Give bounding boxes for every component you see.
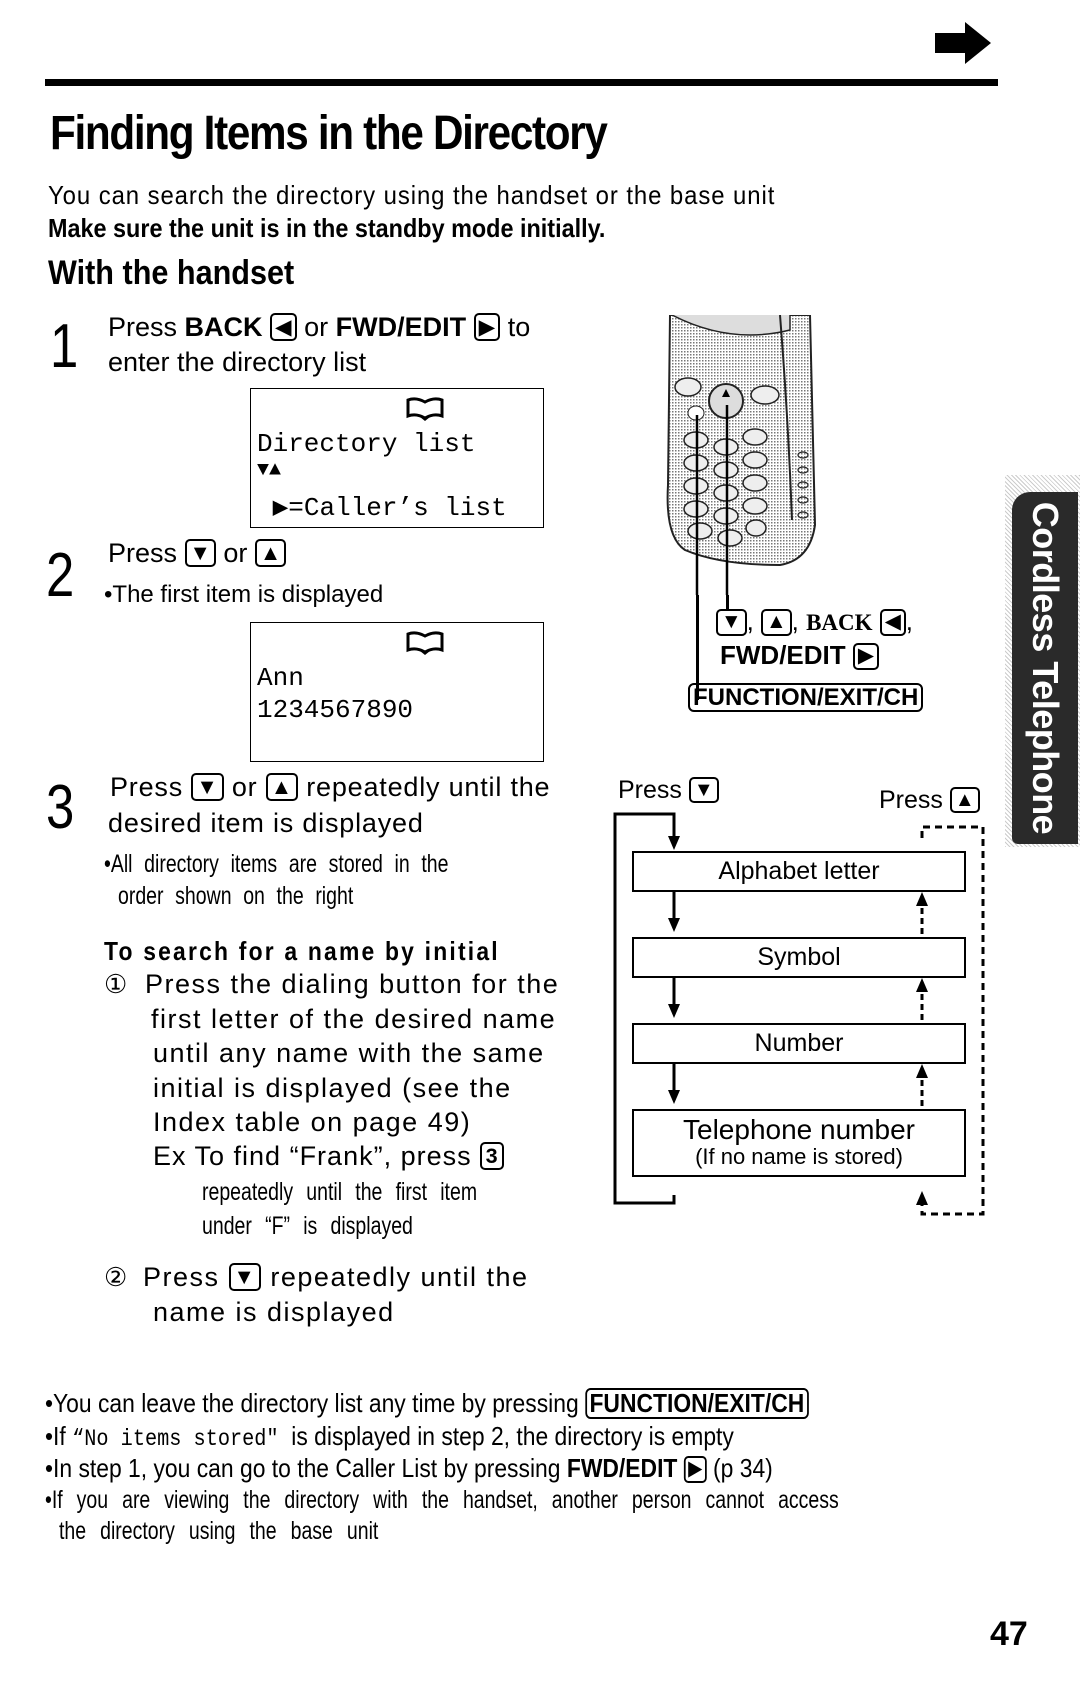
handset-callout-nav-keys: ▼, ▲, BACK ◀, xyxy=(716,606,913,637)
key-3-icon: 3 xyxy=(480,1142,505,1170)
flow-box-symbol: Symbol xyxy=(632,937,966,978)
side-tab: Cordless Telephone xyxy=(1012,492,1078,844)
fwd-key-icon: ▶ xyxy=(473,313,501,341)
step-1-instruction: Press BACK ◀ or FWD/EDIT ▶ to xyxy=(108,312,530,343)
fwd-edit-label: FWD/EDIT xyxy=(335,312,467,342)
step-1-text-a: Press xyxy=(108,312,185,342)
step-2-text-a: Press xyxy=(108,538,185,568)
function-exit-ch-key: FUNCTION/EXIT/CH xyxy=(688,683,924,713)
handset-illustration xyxy=(666,315,817,595)
flow-box-label: Alphabet letter xyxy=(718,857,880,885)
sub-step-2-line1: Press ▼ repeatedly until the xyxy=(143,1262,529,1293)
handset-callout-fwd: FWD/EDIT ▶ xyxy=(720,640,879,671)
flow-box-alphabet: Alphabet letter xyxy=(632,851,966,892)
flow-box-sublabel: (If no name is stored) xyxy=(695,1144,903,1169)
lcd-line-1: Directory list xyxy=(257,429,476,459)
sub-step-1-example-cont1: repeatedly until the first item xyxy=(202,1178,478,1206)
step-3-text-c: repeatedly until the xyxy=(297,772,551,802)
step-2-instruction: Press ▼ or ▲ xyxy=(108,538,287,569)
lcd-display-directory: Directory list ▼▲ ▶=Caller’s list xyxy=(250,388,544,528)
down-key-icon: ▼ xyxy=(191,773,224,801)
note-5: the directory using the base unit xyxy=(45,1517,379,1545)
back-key-icon: ◀ xyxy=(270,313,297,341)
sub-step-1-line3: until any name with the same xyxy=(153,1038,545,1068)
note-2-text-b: is displayed in step 2, the directory is… xyxy=(278,1421,734,1451)
back-label: BACK xyxy=(806,610,873,635)
note-1: •You can leave the directory list any ti… xyxy=(45,1388,809,1420)
note-3-text-a: •In step 1, you can go to the Caller Lis… xyxy=(45,1453,567,1483)
page-title: Finding Items in the Directory xyxy=(50,107,608,160)
section-title: With the handset xyxy=(48,254,295,292)
fwd-key-icon: ▶ xyxy=(852,643,879,670)
function-exit-ch-label: FUNCTION/EXIT/CH xyxy=(688,683,924,713)
sub-step-1-marker: ① xyxy=(104,969,128,999)
note-3: •In step 1, you can go to the Caller Lis… xyxy=(45,1453,773,1484)
flow-box-label: Telephone number xyxy=(683,1114,915,1145)
page-number: 47 xyxy=(990,1615,1028,1653)
note-1-text: •You can leave the directory list any ti… xyxy=(45,1388,586,1418)
lcd-name: Ann xyxy=(257,663,304,693)
back-label: BACK xyxy=(184,312,263,342)
lcd-number: 1234567890 xyxy=(257,695,414,725)
up-key-icon: ▲ xyxy=(761,609,792,636)
step-2-bullet: •The first item is displayed xyxy=(104,581,384,608)
step-3-text-b: or xyxy=(223,772,266,802)
sub-step-1-line5: Index table on page 49) xyxy=(153,1107,472,1137)
side-tab-label: Cordless Telephone xyxy=(1025,501,1066,835)
down-key-icon: ▼ xyxy=(184,539,216,567)
subsection-title: To search for a name by initial xyxy=(104,936,500,966)
header-rule xyxy=(45,79,998,86)
step-3-line2: desired item is displayed xyxy=(108,808,424,838)
down-key-icon: ▼ xyxy=(228,1263,262,1291)
sub-step-1-example-cont2: under “F” is displayed xyxy=(202,1212,413,1240)
sub-step-2-text-a: Press xyxy=(143,1262,229,1292)
example-text: Ex To find “Frank”, press xyxy=(153,1141,481,1171)
step-3-instruction: Press ▼ or ▲ repeatedly until the xyxy=(110,772,550,803)
step-2-text-b: or xyxy=(215,538,255,568)
flow-box-number: Number xyxy=(632,1023,966,1064)
up-key-icon: ▲ xyxy=(254,539,287,567)
down-key-icon: ▼ xyxy=(716,609,747,636)
step-1-text-b: or xyxy=(296,312,336,342)
lcd-line-3: ▶=Caller’s list xyxy=(257,493,507,523)
arrow-right-icon xyxy=(935,22,991,64)
note-2: •If “No items stored" is displayed in st… xyxy=(45,1421,734,1452)
flow-box-label: Number xyxy=(754,1029,844,1057)
note-3-text-b: (p 34) xyxy=(706,1453,773,1483)
step-3-bullet-line2: order shown on the right xyxy=(118,882,354,910)
lcd-line-2: ▼▲ xyxy=(257,459,282,482)
flow-box-label: Symbol xyxy=(757,943,841,971)
sub-step-1-example: Ex To find “Frank”, press 3 xyxy=(153,1141,505,1172)
step-1-text-c: to xyxy=(500,312,531,342)
book-icon xyxy=(406,397,444,421)
intro-text: You can search the directory using the h… xyxy=(48,180,776,210)
sub-step-1-line4: initial is displayed (see the xyxy=(153,1073,512,1103)
note-2-display-text: “No items stored" xyxy=(72,1426,279,1452)
sub-step-1-line2: first letter of the desired name xyxy=(151,1004,557,1034)
note-2-text-a: •If xyxy=(45,1421,73,1451)
step-2-number: 2 xyxy=(46,541,75,610)
up-key-icon: ▲ xyxy=(265,773,298,801)
step-1-line2: enter the directory list xyxy=(108,347,367,377)
note-4: •If you are viewing the directory with t… xyxy=(45,1486,839,1514)
fwd-key-icon: ▶ xyxy=(683,1456,707,1483)
sub-step-2-text-b: repeatedly until the xyxy=(261,1262,529,1292)
flow-box-telephone-number: Telephone number (If no name is stored) xyxy=(632,1109,966,1177)
sub-step-2-line2: name is displayed xyxy=(153,1297,395,1327)
fwd-edit-label: FWD/EDIT xyxy=(720,640,846,670)
step-3-text-a: Press xyxy=(110,772,192,802)
fwd-edit-label: FWD/EDIT xyxy=(566,1453,678,1483)
step-3-number: 3 xyxy=(46,773,75,842)
sub-step-2-marker: ② xyxy=(104,1262,128,1292)
lcd-display-entry: Ann 1234567890 xyxy=(250,622,544,762)
function-exit-ch-key: FUNCTION/EXIT/CH xyxy=(585,1388,809,1420)
back-key-icon: ◀ xyxy=(879,609,906,636)
step-3-bullet-line1: •All directory items are stored in the xyxy=(104,850,449,878)
step-1-number: 1 xyxy=(50,312,79,381)
sub-step-1-line1: Press the dialing button for the xyxy=(145,969,560,999)
intro-bold-text: Make sure the unit is in the standby mod… xyxy=(48,213,606,243)
book-icon xyxy=(406,631,444,655)
